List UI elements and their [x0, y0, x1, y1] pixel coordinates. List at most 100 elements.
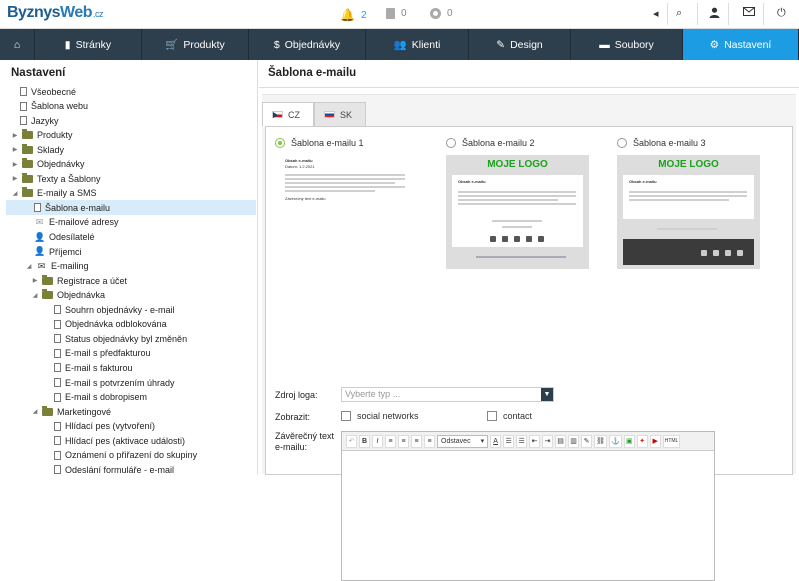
italic-button[interactable]: I — [372, 434, 383, 448]
sidebar-item[interactable]: Jazyky — [20, 113, 59, 128]
sidebar-item[interactable]: E-mail s dobropisem — [54, 390, 147, 405]
sidebar-item[interactable]: ▶ Registrace a účet — [32, 273, 127, 288]
expanded-arrow-icon[interactable]: ◢ — [26, 263, 32, 270]
sidebar-item[interactable]: 👤 Odesílatelé — [34, 230, 95, 245]
nav-home[interactable]: ⌂ — [0, 29, 35, 60]
tab-label: CZ — [288, 109, 300, 120]
template-1-radio[interactable]: Šablona e-mailu 1 — [275, 138, 364, 148]
flash-icon[interactable]: ✦ — [636, 434, 648, 448]
bullet-list-icon[interactable]: ☰ — [503, 434, 515, 448]
sidebar-item-label: Souhrn objednávky - e-mail — [65, 304, 175, 315]
tab-cz[interactable]: CZ — [262, 102, 314, 127]
html-source-button[interactable]: HTML — [662, 434, 681, 448]
tab-sk[interactable]: SK — [314, 102, 366, 127]
sidebar-item[interactable]: E-mail s předfakturou — [54, 346, 151, 361]
nav-settings[interactable]: ⚙ Nastavení — [683, 29, 799, 60]
sidebar-item[interactable]: Všeobecné — [20, 84, 76, 99]
template-form: Šablona e-mailu 1 Šablona e-mailu 2 Šabl… — [265, 126, 793, 581]
template-3-radio[interactable]: Šablona e-mailu 3 — [617, 138, 706, 148]
footer-text-editor[interactable]: ↶ B I ≡ ≡ ≡ ≡ Odstavec ▾ A ☰ ☰ ⇤ ⇥ ▤ ▥ ✎ — [341, 431, 715, 581]
undo-icon[interactable]: ↶ — [346, 434, 357, 448]
contact-checkbox[interactable]: contact — [487, 411, 532, 421]
sidebar-item[interactable]: ◢ ✉ E-mailing — [26, 259, 89, 274]
anchor-icon[interactable]: ⚓ — [608, 434, 622, 448]
expanded-arrow-icon[interactable]: ◢ — [12, 190, 18, 197]
format-select[interactable]: Odstavec ▾ — [437, 434, 489, 448]
sidebar-item[interactable]: ▶ Texty a Šablony — [12, 171, 101, 186]
outdent-icon[interactable]: ⇤ — [529, 434, 541, 448]
cart-indicator[interactable]: 0 — [386, 8, 407, 19]
collapsed-arrow-icon[interactable]: ▶ — [12, 132, 18, 139]
sidebar-item[interactable]: ◢ Objednávka — [32, 288, 105, 303]
nav-files[interactable]: ▬ Soubory — [571, 29, 683, 60]
sidebar-item[interactable]: ▶ Objednávky — [12, 157, 85, 172]
logo-source-select[interactable]: Vyberte typ ... ▼ — [341, 387, 554, 402]
align-left-icon[interactable]: ≡ — [385, 434, 396, 448]
nav-label: Produkty — [183, 38, 225, 51]
sidebar-item[interactable]: 👤 Příjemci — [34, 244, 82, 259]
template-2-preview[interactable]: MOJE LOGO Obsah e-mailu — [446, 155, 589, 269]
youtube-icon[interactable]: ▶ — [649, 434, 661, 448]
align-right-icon[interactable]: ≡ — [411, 434, 422, 448]
pending-indicator[interactable]: 0 — [430, 8, 453, 19]
notifications-indicator[interactable]: 🔔 2 — [340, 8, 367, 22]
collapsed-arrow-icon[interactable]: ▶ — [32, 277, 38, 284]
bold-button[interactable]: B — [359, 434, 370, 448]
nav-clients[interactable]: 👥 Klienti — [366, 29, 469, 60]
sidebar-item[interactable]: ◢ E-maily a SMS — [12, 186, 97, 201]
select-placeholder: Vyberte typ ... — [345, 389, 401, 399]
template-3-preview[interactable]: MOJE LOGO Obsah e-mailu — [617, 155, 760, 269]
sidebar-item[interactable]: Hlídací pes (aktivace události) — [54, 433, 185, 448]
sidebar-item[interactable]: ✉ E-mailové adresy — [34, 215, 119, 230]
edit-icon[interactable]: ✎ — [581, 434, 593, 448]
page-title: Šablona e-mailu — [259, 60, 799, 88]
sidebar-item[interactable]: Hlídací pes (vytvoření) — [54, 419, 155, 434]
nav-orders[interactable]: $ Objednávky — [249, 29, 366, 60]
social-networks-checkbox[interactable]: social networks — [341, 411, 419, 421]
sidebar-item[interactable]: ▶ Sklady — [12, 142, 64, 157]
sidebar-item[interactable]: Odeslání formuláře - e-mail — [54, 462, 174, 477]
justify-icon[interactable]: ≡ — [424, 434, 435, 448]
settings-sidebar: Nastavení Všeobecné Šablona webu Jazyky ▶ Pr… — [0, 60, 258, 477]
align-center-icon[interactable]: ≡ — [398, 434, 409, 448]
collapsed-arrow-icon[interactable]: ▶ — [12, 175, 18, 182]
sidebar-item[interactable]: E-mail s potvrzením úhrady — [54, 375, 175, 390]
radio-circle — [275, 138, 285, 148]
sidebar-item[interactable]: Status objednávky byl změněn — [54, 331, 187, 346]
preview-heading: Obsah e-mailu — [285, 158, 313, 163]
sidebar-item[interactable]: ▶ Produkty — [12, 128, 73, 143]
collapsed-arrow-icon[interactable]: ▶ — [12, 161, 18, 168]
collapse-arrow-icon[interactable]: ◂ — [653, 7, 659, 20]
nav-products[interactable]: 🛒 Produkty — [142, 29, 249, 60]
image-icon[interactable]: ▣ — [623, 434, 635, 448]
app-logo[interactable]: ByznysWeb.cz — [7, 4, 104, 22]
indent-icon[interactable]: ⇥ — [542, 434, 554, 448]
sidebar-item[interactable]: Oznámení o přiřazení do skupiny — [54, 448, 197, 463]
link-icon[interactable]: ⛓ — [594, 434, 607, 448]
tab-label: SK — [340, 109, 353, 120]
nav-design[interactable]: ✎ Design — [469, 29, 571, 60]
nav-pages[interactable]: ▮ Stránky — [35, 29, 142, 60]
social-icon — [502, 236, 508, 242]
preview-logo: MOJE LOGO — [487, 159, 548, 170]
collapsed-arrow-icon[interactable]: ▶ — [12, 146, 18, 153]
mail-icon[interactable] — [743, 7, 755, 19]
text-color-icon[interactable]: A — [490, 434, 502, 448]
user-icon[interactable] — [709, 7, 720, 18]
sidebar-item[interactable]: Objednávka odblokována — [54, 317, 167, 332]
sidebar-item[interactable]: Souhrn objednávky - e-mail — [54, 302, 175, 317]
template-1-preview[interactable]: Obsah e-mailu Datum: 1.2.2021 Záverečný … — [275, 155, 418, 269]
expanded-arrow-icon[interactable]: ◢ — [32, 292, 38, 299]
template-2-radio[interactable]: Šablona e-mailu 2 — [446, 138, 535, 148]
sidebar-item[interactable]: Šablona e-mailu — [6, 200, 256, 216]
search-icon[interactable]: ⌕ — [676, 7, 682, 20]
logout-power-icon[interactable]: ⏻ — [777, 7, 786, 20]
expanded-arrow-icon[interactable]: ◢ — [32, 408, 38, 415]
paste-icon[interactable]: ▤ — [555, 434, 567, 448]
document-icon — [54, 319, 61, 329]
sidebar-item[interactable]: E-mail s fakturou — [54, 360, 133, 375]
sidebar-item[interactable]: Šablona webu — [20, 99, 88, 114]
paste-word-icon[interactable]: ▥ — [568, 434, 580, 448]
numbered-list-icon[interactable]: ☰ — [516, 434, 528, 448]
sidebar-item[interactable]: ◢ Marketingové — [32, 404, 111, 419]
